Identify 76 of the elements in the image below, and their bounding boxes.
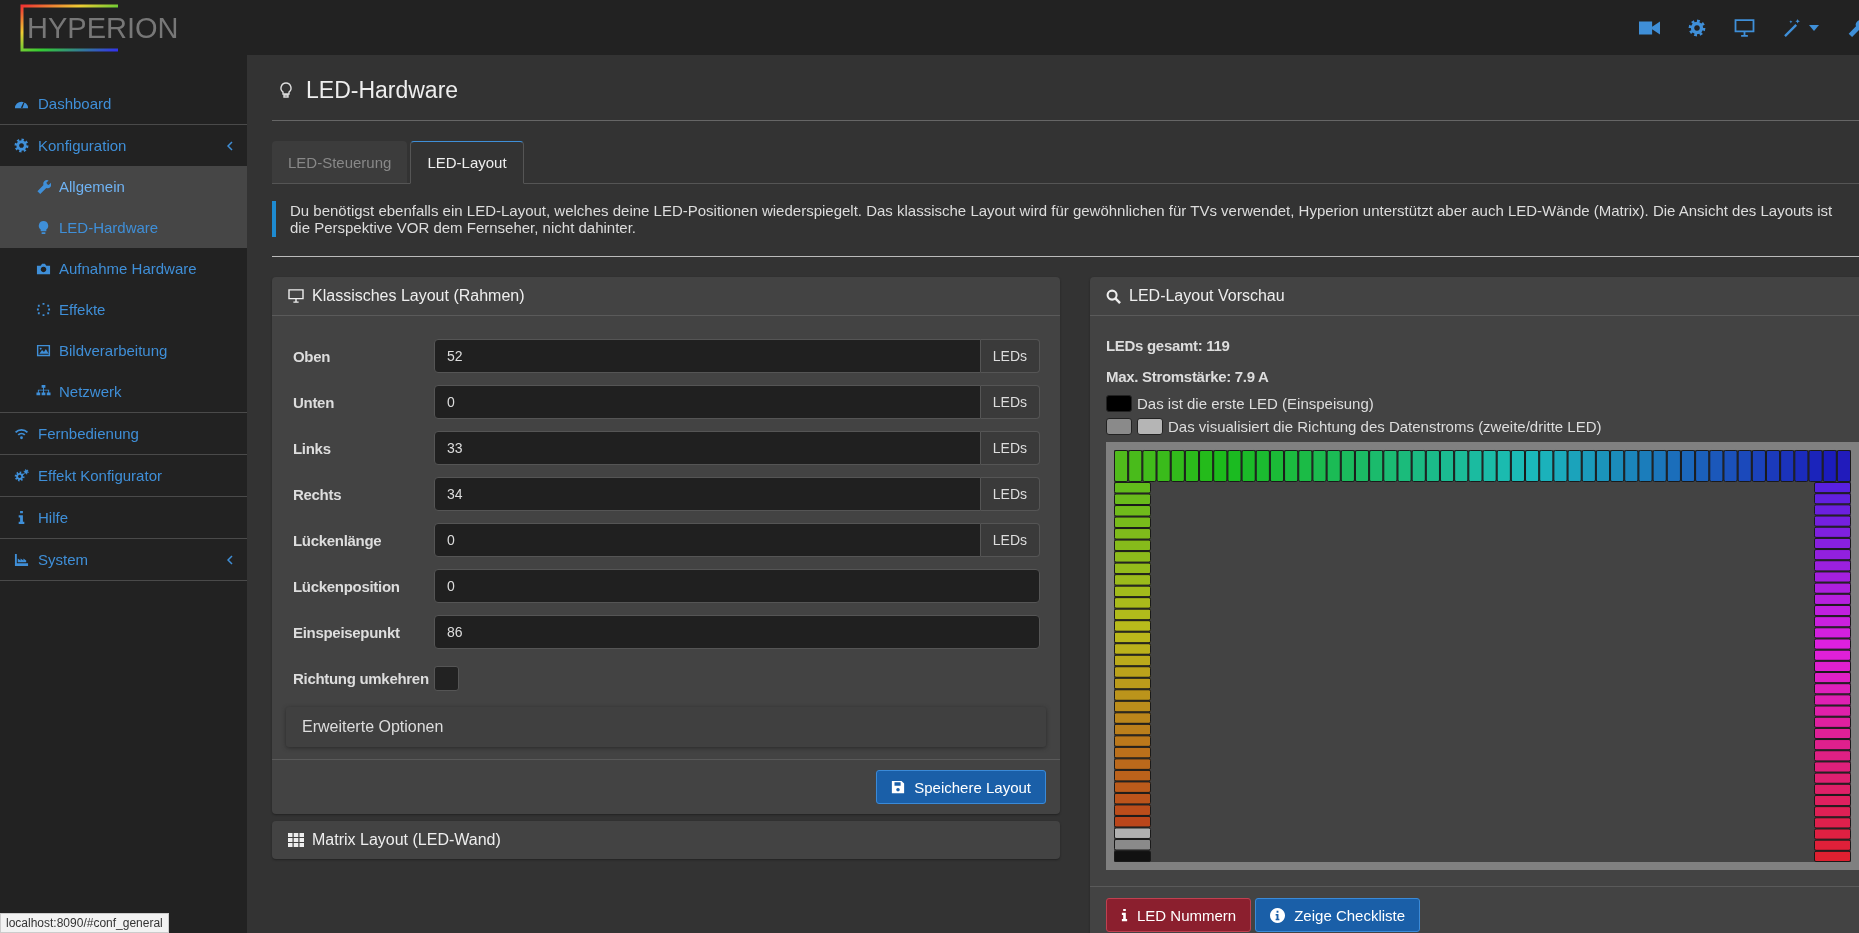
- panel-title: LED-Layout Vorschau: [1129, 287, 1285, 305]
- sidebar-item[interactable]: System: [0, 539, 247, 580]
- sidebar-subitem[interactable]: Bildverarbeitung: [0, 330, 247, 371]
- second-led-swatch: [1106, 418, 1132, 435]
- gears-icon: [14, 468, 29, 483]
- legend-text: Das ist die erste LED (Einspeisung): [1137, 395, 1374, 412]
- field-label: Einspeisepunkt: [292, 623, 401, 641]
- stat-text: Max. Stromstärke: 7.9 A: [1106, 367, 1270, 387]
- gear-icon: [14, 138, 29, 153]
- logo[interactable]: HYPERION: [18, 3, 178, 52]
- legend-text: Das visualisiert die Richtung des Datenstroms (zweite/dritte LED): [1168, 418, 1602, 435]
- monitor-icon[interactable]: [1734, 18, 1755, 37]
- sidebar-item[interactable]: Dashboard: [0, 83, 247, 124]
- field-label: Richtung umkehren: [292, 669, 430, 687]
- wrench-icon: [36, 179, 51, 194]
- camera-icon: [36, 261, 51, 276]
- wifi-icon: [14, 426, 29, 441]
- sidebar-item[interactable]: Hilfe: [0, 497, 247, 538]
- magic-wand-icon[interactable]: [1783, 18, 1801, 37]
- led-numbers-button[interactable]: LED Nummern: [1106, 898, 1252, 932]
- number-field[interactable]: 0: [434, 385, 981, 419]
- field-label: Lückenposition: [292, 577, 401, 595]
- number-field[interactable]: 52: [434, 339, 981, 373]
- save-button[interactable]: Speichere Layout: [876, 770, 1046, 804]
- page-title: LED-Hardware: [306, 76, 459, 104]
- checkbox[interactable]: [434, 665, 459, 691]
- sidebar-subitem[interactable]: Allgemein: [0, 166, 247, 207]
- sidebar-subitem[interactable]: Netzwerk: [0, 371, 247, 412]
- unit-addon: LEDs: [980, 385, 1040, 419]
- panel-title: Matrix Layout (LED-Wand): [312, 831, 501, 849]
- lightbulb-icon: [36, 220, 51, 235]
- field-label: Oben: [292, 347, 332, 365]
- panel-title: Klassisches Layout (Rahmen): [312, 287, 525, 305]
- stat-text: LEDs gesamt: 119: [1106, 336, 1231, 356]
- number-field[interactable]: 34: [434, 477, 981, 511]
- sidebar-subitem[interactable]: Aufnahme Hardware: [0, 248, 247, 289]
- image-icon: [36, 343, 51, 358]
- tab[interactable]: LED-Steuerung: [272, 141, 408, 183]
- grid-icon: [288, 833, 304, 847]
- unit-addon: LEDs: [980, 431, 1040, 465]
- number-field[interactable]: 0: [434, 569, 1040, 603]
- third-led-swatch: [1137, 418, 1163, 435]
- settings-icon[interactable]: [1688, 18, 1706, 37]
- sidebar-item[interactable]: Fernbedienung: [0, 413, 247, 454]
- info-icon: [1121, 908, 1128, 922]
- sidebar-subitem[interactable]: LED-Hardware: [0, 207, 247, 248]
- checklist-button[interactable]: Zeige Checkliste: [1255, 898, 1421, 932]
- field-label: Lückenlänge: [292, 531, 383, 549]
- chevron-icon: [227, 140, 233, 151]
- info-callout: Du benötigst ebenfalls ein LED-Layout, welches deine LED-Positionen wiederspiegelt. Das klassische Layout wird für gewöhnlichen für TVs verwendet, Hyperion unterstützt aber auch LED-Wände (Matrix). Die Ansicht des Layouts ist die Perspektive VOR dem Fernseher, nicht dahinter.: [272, 201, 1859, 237]
- matrix-panel[interactable]: Matrix Layout (LED-Wand): [272, 821, 1060, 859]
- number-field[interactable]: 86: [434, 615, 1040, 649]
- field-label: Rechts: [292, 485, 343, 503]
- unit-addon: LEDs: [980, 339, 1040, 373]
- unit-addon: LEDs: [980, 523, 1040, 557]
- advanced-options-toggle[interactable]: Erweiterte Optionen: [286, 707, 1046, 747]
- sidebar-subitem[interactable]: Effekte: [0, 289, 247, 330]
- number-field[interactable]: 33: [434, 431, 981, 465]
- sidebar-item[interactable]: Effekt Konfigurator: [0, 455, 247, 496]
- video-camera-icon[interactable]: [1639, 19, 1660, 36]
- first-led-swatch: [1106, 395, 1132, 412]
- monitor-icon: [288, 289, 304, 303]
- area-chart-icon: [14, 552, 29, 567]
- field-label: Links: [292, 439, 332, 457]
- caret-icon[interactable]: [1809, 24, 1819, 31]
- tab[interactable]: LED-Layout: [410, 141, 524, 184]
- chevron-icon: [227, 554, 233, 565]
- field-label: Unten: [292, 393, 335, 411]
- unit-addon: LEDs: [980, 477, 1040, 511]
- number-field[interactable]: 0: [434, 523, 981, 557]
- wrench-icon[interactable]: [1847, 18, 1859, 37]
- spinner-icon: [36, 302, 51, 317]
- sidebar-item[interactable]: Konfiguration: [0, 125, 247, 166]
- status-url: localhost:8090/#conf_general: [0, 913, 169, 933]
- search-icon: [1106, 288, 1121, 304]
- lightbulb-icon: [278, 80, 294, 100]
